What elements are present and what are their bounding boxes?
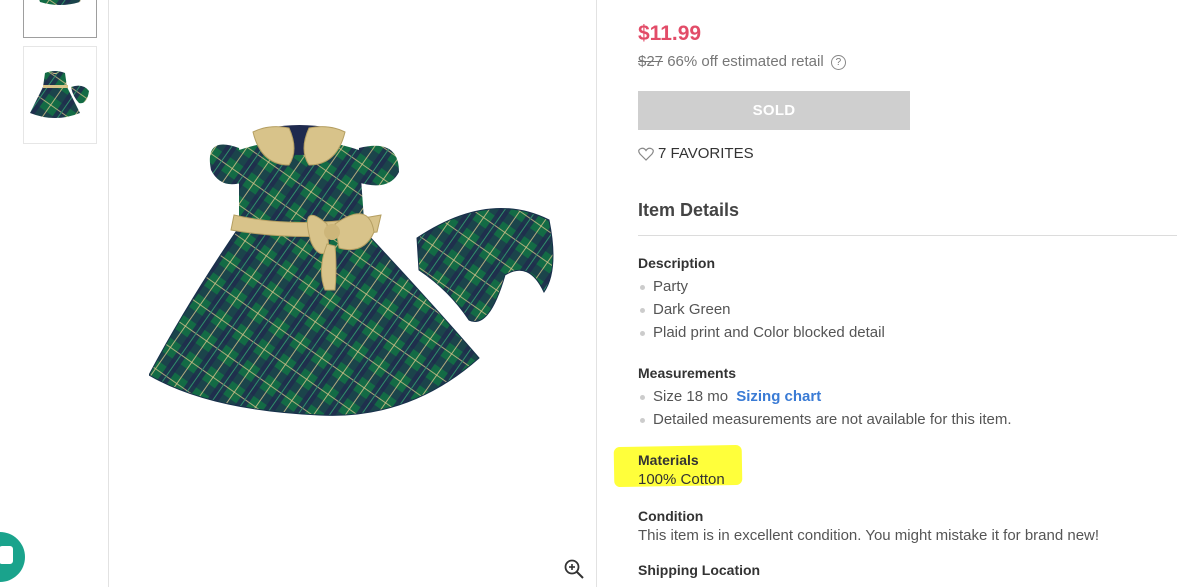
favorites-count: 7 FAVORITES [658, 145, 754, 162]
chat-icon [0, 546, 13, 564]
thumbnail-dress-image [39, 0, 81, 5]
favorites-button[interactable]: 7 FAVORITES [638, 145, 754, 162]
measurements-label: Measurements [638, 365, 737, 381]
thumbnail-2[interactable] [23, 46, 97, 144]
product-image [149, 125, 554, 416]
condition-value: This item is in excellent condition. You… [638, 527, 1100, 544]
thumbnail-dress-image [30, 71, 89, 118]
sold-button[interactable]: SOLD [638, 91, 910, 130]
discount-text: 66% off estimated retail [667, 53, 824, 70]
sizing-chart-link[interactable]: Sizing chart [736, 388, 821, 405]
size-text: Size 18 mo [653, 388, 729, 405]
description-list: Party Dark Green Plaid print and Color b… [638, 275, 885, 344]
thumbnail-1[interactable] [23, 0, 97, 38]
list-item: Dark Green [638, 298, 885, 321]
shipping-location-label: Shipping Location [638, 562, 761, 578]
price: $11.99 [638, 22, 702, 45]
heart-outline-icon [638, 147, 654, 161]
thumbnail-rail [0, 0, 109, 587]
retail-line: $27 66% off estimated retail ? [638, 53, 846, 70]
measurements-list: Size 18 mo Sizing chart Detailed measure… [638, 385, 1012, 431]
materials-value: 100% Cotton [638, 471, 725, 488]
list-item: Size 18 mo Sizing chart [638, 385, 1012, 408]
list-item: Plaid print and Color blocked detail [638, 321, 885, 344]
list-item: Detailed measurements are not available … [638, 408, 1012, 431]
condition-label: Condition [638, 508, 704, 524]
zoom-in-icon[interactable] [563, 558, 585, 580]
chat-button[interactable] [0, 532, 25, 582]
original-price: $27 [638, 53, 664, 70]
product-image-pane [109, 0, 597, 587]
item-details-title: Item Details [638, 200, 740, 220]
divider [638, 235, 1177, 236]
question-circle-icon[interactable]: ? [830, 55, 846, 70]
materials-label: Materials [638, 452, 699, 468]
description-label: Description [638, 255, 716, 271]
list-item: Party [638, 275, 885, 298]
